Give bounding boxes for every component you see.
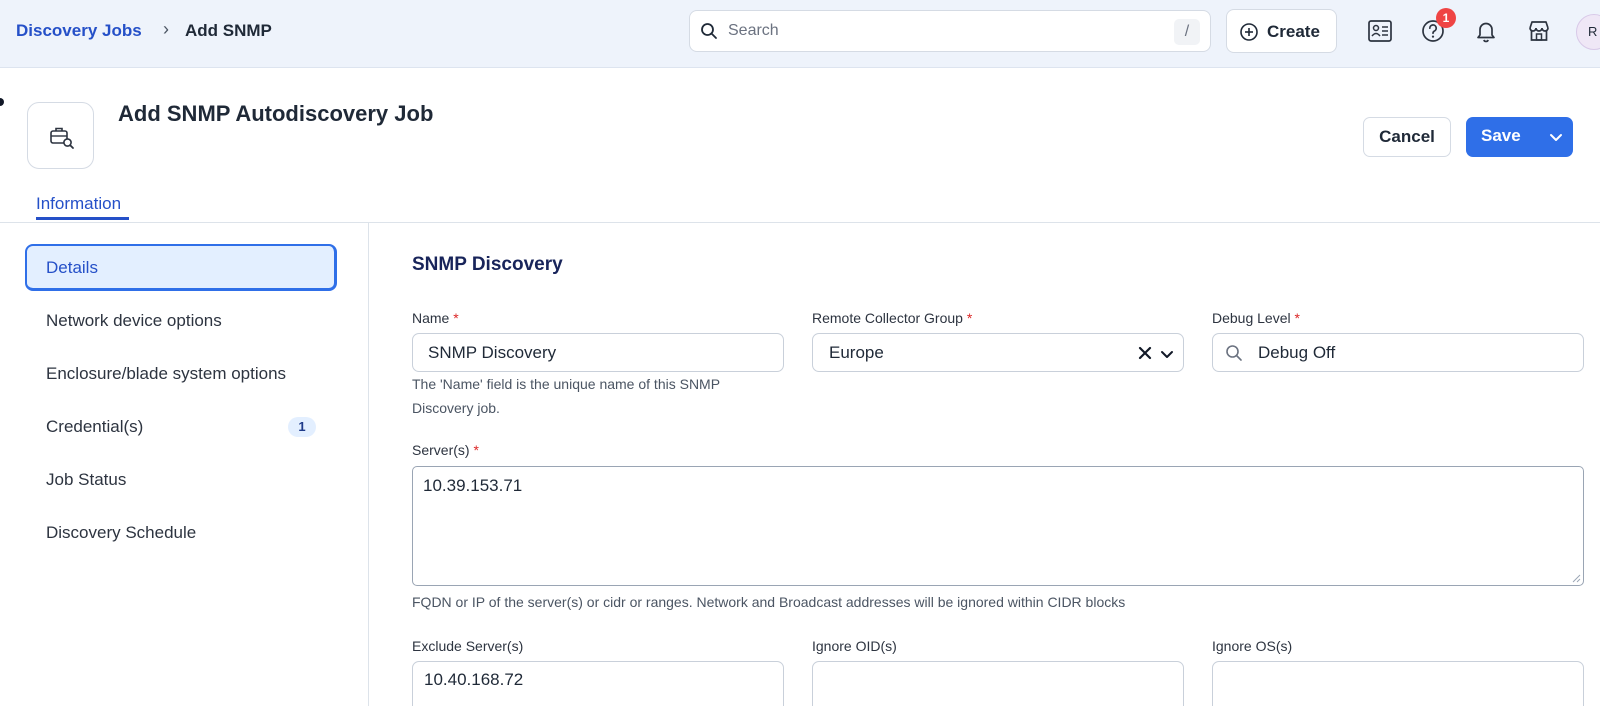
collector-group-select[interactable]: Europe [812, 333, 1184, 372]
search-input[interactable] [728, 19, 1148, 43]
sidebar-collapse-handle[interactable] [0, 98, 4, 106]
ignore-os-label: Ignore OS(s) [1212, 638, 1293, 654]
job-type-icon-box [27, 102, 94, 169]
required-marker: * [473, 442, 479, 458]
header-divider [0, 222, 1600, 223]
section-title: SNMP Discovery [412, 254, 563, 275]
breadcrumb-discovery-jobs-link[interactable]: Discovery Jobs [16, 20, 142, 42]
store-icon[interactable] [1525, 17, 1553, 45]
name-help-text: The 'Name' field is the unique name of t… [412, 376, 721, 416]
required-marker: * [453, 310, 459, 326]
exclude-servers-textarea[interactable]: 10.40.168.72 [412, 661, 784, 706]
search-icon [1226, 345, 1242, 361]
user-avatar[interactable]: R [1576, 14, 1600, 50]
save-options-dropdown[interactable] [1539, 117, 1573, 157]
exclude-servers-value: 10.40.168.72 [424, 670, 524, 689]
chevron-down-icon [1550, 134, 1562, 141]
plus-circle-icon [1240, 23, 1258, 41]
servers-label: Server(s) * [412, 442, 479, 458]
sidebar-item-discovery-schedule[interactable]: Discovery Schedule [25, 509, 337, 556]
sidebar-item-label: Job Status [46, 470, 127, 489]
page-title: Add SNMP Autodiscovery Job [118, 101, 434, 126]
breadcrumb-current: Add SNMP [185, 21, 272, 40]
sidebar-item-label: Network device options [46, 311, 222, 330]
name-field[interactable]: SNMP Discovery [412, 333, 784, 372]
cancel-button[interactable]: Cancel [1363, 117, 1451, 157]
debug-level-value: Debug Off [1258, 343, 1336, 362]
chevron-down-icon[interactable] [1159, 346, 1175, 362]
create-button-label: Create [1267, 22, 1320, 41]
nav-divider [368, 223, 369, 706]
breadcrumb-separator: › [163, 19, 169, 39]
save-button[interactable]: Save [1466, 117, 1573, 157]
resize-handle-icon[interactable] [1571, 573, 1581, 583]
active-tab-indicator [36, 217, 129, 220]
ignore-oids-textarea[interactable] [812, 661, 1184, 706]
search-shortcut-hint: / [1174, 19, 1200, 45]
name-field-value: SNMP Discovery [428, 343, 557, 362]
briefcase-search-icon [50, 127, 74, 149]
sidebar-item-network-device-options[interactable]: Network device options [25, 297, 337, 344]
save-button-label: Save [1481, 126, 1521, 145]
sidebar-item-job-status[interactable]: Job Status [25, 456, 337, 503]
sidebar-item-credentials[interactable]: Credential(s) 1 [25, 403, 337, 450]
sidebar-item-label: Details [46, 258, 98, 277]
required-marker: * [966, 310, 973, 326]
required-marker: * [1294, 310, 1300, 326]
global-search[interactable]: / [689, 10, 1211, 52]
ignore-os-textarea[interactable] [1212, 661, 1584, 706]
bell-icon[interactable] [1472, 17, 1500, 45]
sidebar-item-enclosure-blade-options[interactable]: Enclosure/blade system options [25, 350, 337, 397]
tab-information[interactable]: Information [36, 194, 121, 214]
sidebar-item-label: Discovery Schedule [46, 523, 197, 542]
debug-level-label: Debug Level * [1212, 310, 1300, 326]
servers-textarea[interactable]: 10.39.153.71 [412, 466, 1584, 586]
create-button[interactable]: Create [1226, 9, 1337, 53]
servers-textarea-value: 10.39.153.71 [423, 476, 523, 495]
sidebar-item-details[interactable]: Details [25, 244, 337, 291]
ignore-oids-label: Ignore OID(s) [812, 638, 897, 654]
collector-group-value: Europe [829, 343, 884, 362]
contact-card-icon[interactable] [1366, 17, 1394, 45]
debug-level-select[interactable]: Debug Off [1212, 333, 1584, 372]
collector-group-label: Remote Collector Group * [812, 310, 973, 326]
search-icon [701, 23, 717, 39]
credentials-count-badge: 1 [288, 417, 316, 437]
help-notification-badge: 1 [1436, 8, 1456, 28]
servers-help-text: FQDN or IP of the server(s) or cidr or r… [412, 594, 1126, 610]
top-bar: Discovery Jobs › Add SNMP / Create 1 [0, 0, 1600, 68]
name-label: Name * [412, 310, 459, 326]
exclude-servers-label: Exclude Server(s) [412, 638, 524, 654]
sidebar-item-label: Enclosure/blade system options [46, 364, 287, 383]
clear-selection-icon[interactable] [1138, 346, 1152, 360]
sidebar-item-label: Credential(s) [46, 417, 144, 436]
